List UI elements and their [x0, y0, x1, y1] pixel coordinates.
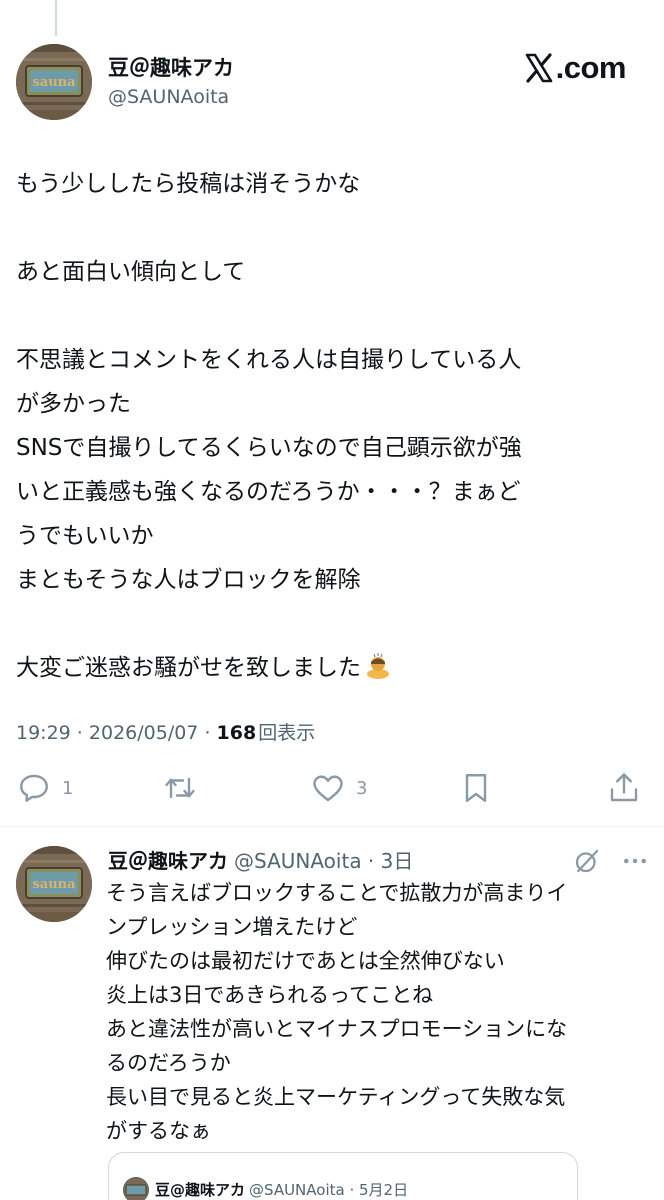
sauna-sign-avatar-image: [123, 1177, 149, 1200]
like-button[interactable]: 3: [310, 770, 367, 806]
reply-icon: [20, 774, 48, 802]
quoted-author-handle-date: @SAUNAoita · 5月2日: [249, 1181, 409, 1199]
quoted-tweet-header: 豆@趣味アカ @SAUNAoita · 5月2日: [155, 1179, 408, 1200]
reply-line: がするなぁ: [106, 1119, 211, 1143]
tweet-line: が多かった: [16, 391, 131, 417]
author-name[interactable]: 豆＠趣味アカ: [108, 52, 234, 82]
tweet-action-bar: 1 3: [0, 770, 664, 810]
tweet-line-text: 大変ご迷惑お騒がせを致しました: [16, 655, 361, 681]
more-icon[interactable]: [620, 846, 650, 876]
like-count: 3: [356, 777, 368, 799]
share-button[interactable]: [606, 770, 642, 806]
reply-count: 1: [62, 777, 74, 799]
meta-separator: ·: [198, 722, 217, 744]
tweet-line: SNSで自撮りしてるくらいなので自己顕示欲が強: [16, 435, 522, 461]
reply-line: ンプレッション増えたけど: [106, 915, 358, 939]
reply-avatar[interactable]: sauna: [16, 846, 92, 922]
thread-connector-line: [55, 0, 57, 36]
reply-text: そう言えばブロックすることで拡散力が高まりイ ンプレッション増えたけど 伸びたの…: [106, 876, 654, 1148]
tweet-date[interactable]: 2026/05/07: [89, 722, 199, 744]
tweet-meta: 19:29 · 2026/05/07 · 168 回表示: [16, 718, 315, 745]
reply-author-name[interactable]: 豆＠趣味アカ: [108, 849, 228, 873]
reply-button[interactable]: 1: [16, 770, 73, 806]
avatar-sign-text: sauna: [32, 75, 76, 90]
like-icon: [313, 775, 343, 802]
x-logo-icon: [525, 53, 552, 83]
avatar[interactable]: sauna: [16, 44, 92, 120]
retweet-icon: [165, 777, 195, 799]
bookmark-button[interactable]: [458, 770, 494, 806]
reply-header-icons: [572, 846, 650, 876]
tweet-time[interactable]: 19:29: [16, 722, 71, 744]
share-icon: [610, 773, 638, 802]
x-com-logo: .com: [524, 50, 627, 86]
author-handle[interactable]: @SAUNAoita: [108, 86, 229, 108]
divider: [0, 826, 664, 827]
tweet-line: あと面白い傾向として: [16, 259, 246, 285]
grok-icon[interactable]: [572, 846, 602, 876]
sauna-sign-avatar-image: sauna: [16, 44, 92, 120]
tweet-line: もう少ししたら投稿は消そうかな: [16, 171, 361, 197]
x-com-text: .com: [555, 50, 627, 85]
reply-line: そう言えばブロックすることで拡散力が高まりイ: [106, 881, 568, 905]
tweet-line: いと正義感も強くなるのだろうか・・・？まぁど: [16, 479, 521, 505]
tweet-text: もう少ししたら投稿は消そうかな あと面白い傾向として 不思議とコメントをくれる人…: [16, 162, 646, 690]
meta-separator: ·: [70, 722, 89, 744]
reply-line: あと違法性が高いとマイナスプロモーションにな: [106, 1017, 568, 1041]
views-label: 回表示: [258, 722, 316, 744]
avatar-sign-text: sauna: [32, 877, 76, 892]
tweet-line-last: 大変ご迷惑お騒がせを致しました: [16, 646, 646, 690]
tweet-line: まともそうな人はブロックを解除: [16, 567, 361, 593]
reply-line: 長い目で見ると炎上マーケティングって失敗な気: [106, 1085, 566, 1109]
reply-author-handle-time[interactable]: @SAUNAoita · 3日: [234, 849, 413, 873]
reply-line: 炎上は3日であきられるってことね: [106, 983, 434, 1007]
reply-line: 伸びたのは最初だけであとは全然伸びない: [106, 949, 505, 973]
sauna-sign-avatar-image: sauna: [16, 846, 92, 922]
bowing-person-emoji-icon: [367, 653, 389, 679]
tweet-line: うでもいいか: [16, 523, 154, 549]
bookmark-icon: [465, 774, 487, 802]
reply-line: るのだろうか: [106, 1051, 231, 1075]
quoted-avatar: [123, 1177, 149, 1200]
tweet-line: 不思議とコメントをくれる人は自撮りしている人: [16, 347, 522, 373]
reply-header: 豆＠趣味アカ @SAUNAoita · 3日: [108, 845, 413, 874]
views-count: 168: [216, 722, 257, 744]
quoted-author-name: 豆@趣味アカ: [155, 1181, 246, 1199]
retweet-button[interactable]: [162, 770, 208, 806]
quoted-tweet-card[interactable]: 豆@趣味アカ @SAUNAoita · 5月2日: [108, 1152, 578, 1200]
